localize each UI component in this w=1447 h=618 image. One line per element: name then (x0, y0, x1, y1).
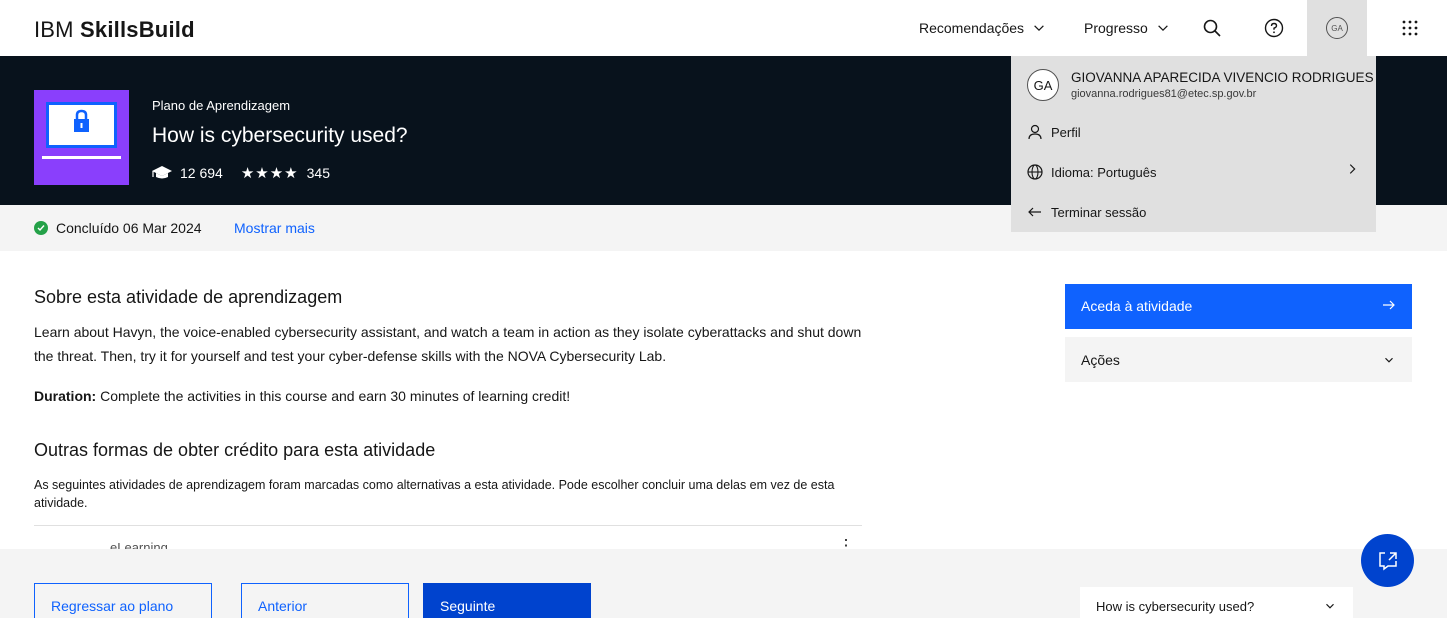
divider (34, 525, 862, 526)
chevron-down-icon (1385, 357, 1393, 363)
profile-email: giovanna.rodrigues81@etec.sp.gov.br (1071, 88, 1257, 100)
nav-recomendacoes[interactable]: Recomendações (919, 20, 1046, 36)
nav-recomendacoes-label: Recomendações (919, 20, 1025, 36)
app-switcher-icon[interactable] (1398, 16, 1422, 40)
menu-item-profile[interactable]: Perfil (1027, 124, 1081, 140)
back-to-plan-button[interactable]: Regressar ao plano (34, 583, 212, 618)
menu-item-logout-label: Terminar sessão (1051, 204, 1147, 220)
top-header: IBM SkillsBuild Recomendações Progresso … (0, 0, 1447, 56)
user-icon (1028, 124, 1042, 140)
chat-launch-icon (1378, 551, 1397, 570)
chevron-down-icon (1034, 25, 1044, 32)
checkmark-icon (34, 221, 48, 235)
chevron-down-icon (1326, 603, 1334, 609)
completion-status: Concluído 06 Mar 2024 (34, 220, 202, 236)
about-description: Learn about Havyn, the voice-enabled cyb… (34, 324, 862, 364)
chat-button[interactable] (1361, 534, 1414, 587)
completion-date: Concluído 06 Mar 2024 (56, 220, 202, 236)
ibm-skillsbuild-logo[interactable]: IBM SkillsBuild (34, 17, 195, 43)
other-credit-heading: Outras formas de obter crédito para esta… (34, 440, 436, 460)
course-stats: 12 694 ★★★★ 345 (152, 164, 330, 182)
course-thumbnail (34, 90, 129, 185)
about-heading: Sobre esta atividade de aprendizagem (34, 287, 343, 307)
menu-item-logout[interactable]: Terminar sessão (1027, 204, 1146, 220)
laptop-base (42, 156, 121, 159)
show-more-link[interactable]: Mostrar mais (234, 220, 315, 236)
globe-icon (1027, 164, 1043, 180)
ratings-count: 345 (306, 165, 330, 181)
help-icon[interactable] (1262, 16, 1286, 40)
duration-label: Duration: (34, 388, 97, 404)
chevron-right-icon (1349, 164, 1356, 174)
logo-name: SkillsBuild (80, 17, 195, 42)
content-type-label: Plano de Aprendizagem (152, 98, 291, 113)
footer-navigation: Regressar ao plano Anterior Seguinte How… (0, 549, 1447, 618)
overflow-menu-icon[interactable]: ⋮ (838, 536, 854, 549)
access-activity-label: Aceda à atividade (1081, 298, 1193, 314)
arrow-left-icon (1028, 207, 1041, 217)
previous-button[interactable]: Anterior (241, 583, 409, 618)
other-credit-description: As seguintes atividades de aprendizagem … (34, 478, 835, 510)
laptop-lock-icon (46, 102, 117, 148)
access-activity-button[interactable]: Aceda à atividade (1065, 284, 1412, 329)
next-button[interactable]: Seguinte (423, 583, 591, 618)
page-title: How is cybersecurity used? (152, 124, 408, 147)
profile-name: GIOVANNA APARECIDA VIVENCIO RODRIGUES (1071, 70, 1374, 85)
graduation-cap-icon (152, 166, 172, 179)
logo-prefix: IBM (34, 17, 74, 42)
duration-info: Duration: Complete the activities in thi… (34, 384, 864, 408)
menu-item-language[interactable]: Idioma: Português (1027, 164, 1157, 180)
menu-item-profile-label: Perfil (1051, 124, 1081, 140)
duration-text: Complete the activities in this course a… (96, 388, 571, 404)
avatar: GA (1326, 17, 1348, 39)
chevron-down-icon (1158, 25, 1168, 32)
alternative-activity-type[interactable]: eLearning (110, 540, 168, 549)
nav-progresso-label: Progresso (1084, 20, 1148, 36)
arrow-right-icon (1383, 300, 1395, 310)
learners-count: 12 694 (180, 165, 223, 181)
actions-dropdown[interactable]: Ações (1065, 337, 1412, 382)
menu-item-language-label: Idioma: Português (1051, 164, 1157, 180)
nav-progresso[interactable]: Progresso (1084, 20, 1170, 36)
actions-label: Ações (1081, 351, 1120, 368)
activity-select[interactable]: How is cybersecurity used? (1080, 587, 1353, 618)
user-avatar-button[interactable]: GA (1307, 0, 1367, 56)
profile-avatar: GA (1027, 69, 1059, 101)
search-icon[interactable] (1200, 16, 1224, 40)
star-rating: ★★★★ (240, 165, 299, 182)
activity-select-value: How is cybersecurity used? (1096, 599, 1255, 614)
profile-menu: GA GIOVANNA APARECIDA VIVENCIO RODRIGUES… (1011, 56, 1376, 232)
